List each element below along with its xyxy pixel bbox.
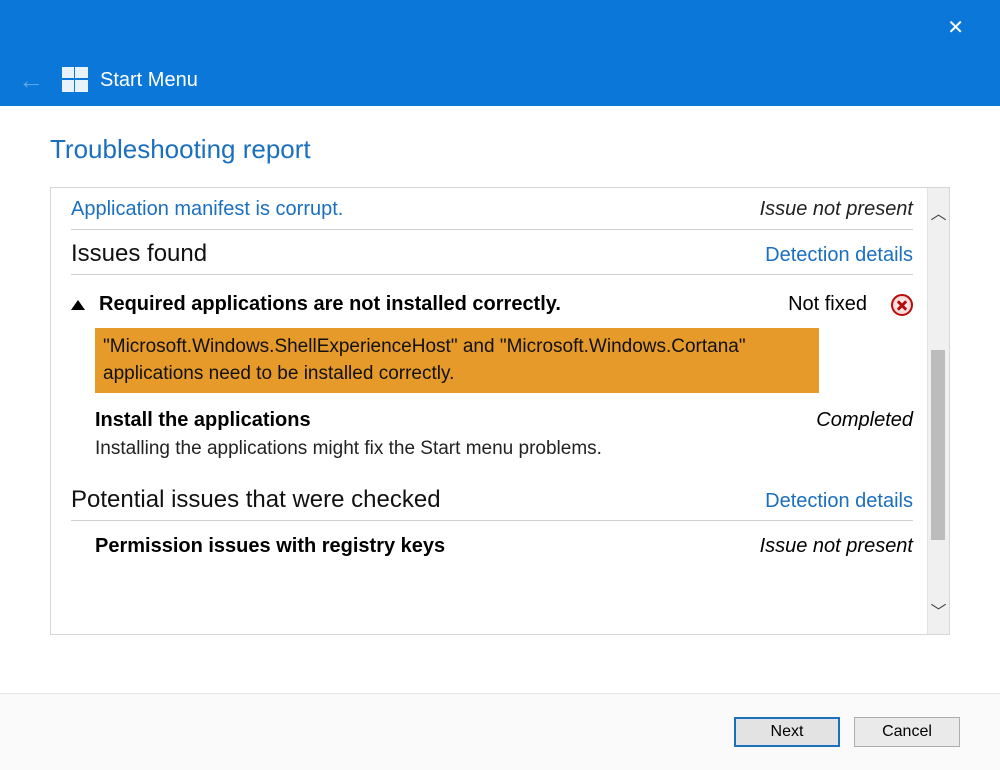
issue-row[interactable]: Required applications are not installed …: [71, 275, 913, 322]
next-button[interactable]: Next: [734, 717, 840, 747]
error-x-icon: [891, 294, 913, 316]
cancel-button[interactable]: Cancel: [854, 717, 960, 747]
footer: Next Cancel: [0, 694, 1000, 770]
header-title: Start Menu: [100, 69, 198, 92]
scroll-down-icon[interactable]: ﹀: [928, 586, 949, 634]
potential-issue-row: Permission issues with registry keys Iss…: [95, 521, 913, 558]
wizard-header: ← Start Menu: [0, 54, 1000, 106]
truncated-previous-issue: Application manifest is corrupt. Issue n…: [71, 188, 913, 230]
potential-issues-header: Potential issues that were checked Detec…: [71, 476, 913, 521]
back-arrow-icon[interactable]: ←: [18, 65, 62, 96]
detection-details-link[interactable]: Detection details: [765, 244, 913, 267]
collapse-triangle-icon[interactable]: [71, 300, 85, 310]
titlebar: ✕: [0, 0, 1000, 54]
scroll-thumb[interactable]: [931, 350, 945, 540]
scroll-up-icon[interactable]: ︿: [928, 188, 949, 236]
resolution-label: Install the applications: [95, 409, 311, 432]
resolution-description: Installing the applications might fix th…: [95, 432, 913, 476]
close-icon[interactable]: ✕: [939, 11, 972, 44]
potential-issue-label: Permission issues with registry keys: [95, 535, 445, 558]
body-area: Troubleshooting report Application manif…: [0, 106, 1000, 694]
report-box: Application manifest is corrupt. Issue n…: [50, 187, 950, 635]
issue-description-highlight: "Microsoft.Windows.ShellExperienceHost" …: [95, 328, 819, 393]
scroll-track[interactable]: [928, 236, 949, 586]
detection-details-link-2[interactable]: Detection details: [765, 490, 913, 513]
issue-title: Required applications are not installed …: [99, 293, 778, 316]
resolution-status: Completed: [816, 409, 913, 432]
scrollbar[interactable]: ︿ ﹀: [927, 188, 949, 634]
issue-status: Not fixed: [788, 293, 867, 316]
truncated-issue-label: Application manifest is corrupt.: [71, 198, 343, 221]
page-title: Troubleshooting report: [50, 134, 950, 165]
potential-issues-heading: Potential issues that were checked: [71, 486, 441, 514]
resolution-row: Install the applications Completed: [95, 403, 913, 432]
truncated-issue-status: Issue not present: [760, 198, 913, 221]
potential-issue-status: Issue not present: [760, 535, 913, 558]
issues-found-heading: Issues found: [71, 240, 207, 268]
report-scroll-content: Application manifest is corrupt. Issue n…: [51, 188, 927, 634]
windows-logo-icon: [62, 67, 90, 93]
issues-found-header: Issues found Detection details: [71, 230, 913, 275]
